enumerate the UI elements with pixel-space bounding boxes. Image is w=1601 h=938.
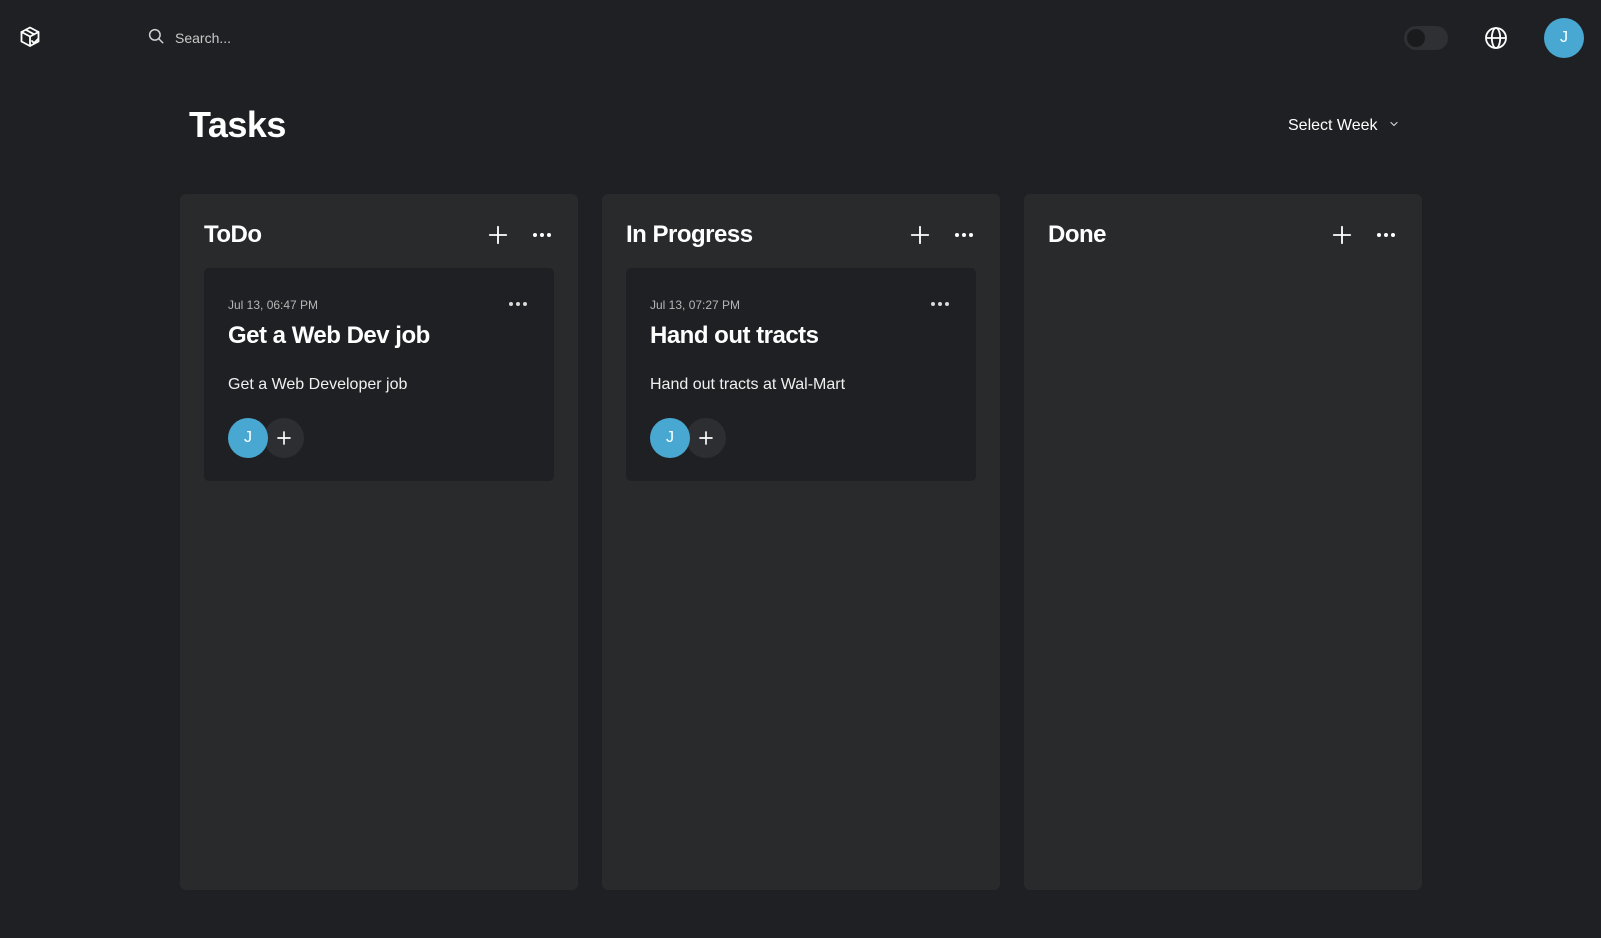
add-task-icon[interactable] [486, 223, 510, 247]
add-task-icon[interactable] [1330, 223, 1354, 247]
assignee-avatar[interactable]: J [650, 418, 690, 458]
add-assignee-button[interactable] [686, 418, 726, 458]
toggle-knob [1407, 29, 1425, 47]
card-title: Get a Web Dev job [228, 322, 430, 349]
search-bar [147, 26, 467, 50]
search-input[interactable] [175, 30, 435, 46]
globe-icon[interactable] [1483, 25, 1509, 51]
card-assignees: J [228, 418, 304, 458]
package-check-icon[interactable] [18, 25, 42, 49]
card-date: Jul 13, 07:27 PM [650, 298, 741, 312]
column-header: In Progress [626, 220, 976, 250]
add-task-icon[interactable] [908, 223, 932, 247]
column-title: Done [1048, 221, 1107, 248]
card-assignees: J [650, 418, 726, 458]
week-select-dropdown[interactable]: Select Week [1288, 115, 1400, 137]
column-header: ToDo [204, 220, 554, 250]
column-todo: ToDo Jul 13, 06:47 PM Get a Web Dev job … [180, 194, 578, 890]
task-card[interactable]: Jul 13, 06:47 PM Get a Web Dev job Get a… [204, 268, 554, 481]
add-assignee-button[interactable] [264, 418, 304, 458]
column-actions [1330, 223, 1398, 247]
more-options-icon[interactable] [530, 223, 554, 247]
card-title: Hand out tracts [650, 322, 819, 349]
column-header: Done [1048, 220, 1398, 250]
kanban-board: ToDo Jul 13, 06:47 PM Get a Web Dev job … [180, 194, 1424, 890]
more-options-icon[interactable] [1374, 223, 1398, 247]
column-title: ToDo [204, 221, 262, 248]
column-actions [486, 223, 554, 247]
more-options-icon[interactable] [506, 296, 530, 312]
column-done: Done [1024, 194, 1422, 890]
more-options-icon[interactable] [928, 296, 952, 312]
column-title: In Progress [626, 221, 753, 248]
top-bar: J [0, 0, 1601, 76]
week-select-label: Select Week [1288, 117, 1378, 134]
card-description: Get a Web Developer job [228, 376, 408, 393]
task-card[interactable]: Jul 13, 07:27 PM Hand out tracts Hand ou… [626, 268, 976, 481]
user-avatar[interactable]: J [1544, 18, 1584, 58]
page-title: Tasks [189, 104, 286, 145]
column-in-progress: In Progress Jul 13, 07:27 PM Hand out tr… [602, 194, 1000, 890]
more-options-icon[interactable] [952, 223, 976, 247]
search-icon [147, 27, 165, 50]
assignee-avatar[interactable]: J [228, 418, 268, 458]
chevron-down-icon [1388, 117, 1400, 135]
card-date: Jul 13, 06:47 PM [228, 298, 319, 312]
column-actions [908, 223, 976, 247]
theme-toggle[interactable] [1404, 26, 1448, 50]
card-description: Hand out tracts at Wal-Mart [650, 376, 846, 393]
